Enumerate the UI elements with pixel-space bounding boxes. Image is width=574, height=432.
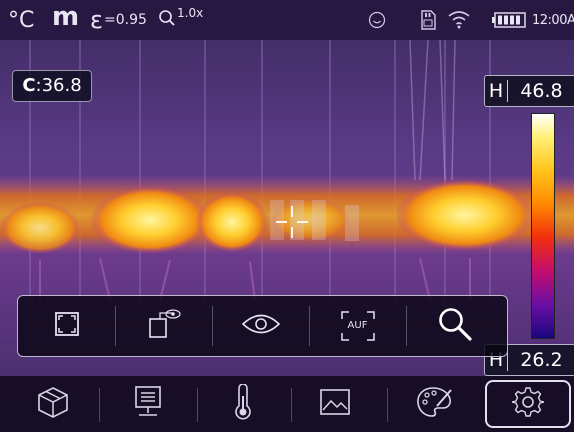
auto-focus-icon: AUF <box>340 310 376 342</box>
low-value: 26.2 <box>520 349 563 371</box>
auto-focus-label: AUF <box>347 320 368 331</box>
battery-icon <box>492 0 526 40</box>
wifi-icon <box>447 0 471 40</box>
zoom-magnifier-icon <box>437 306 473 346</box>
sd-card-icon <box>420 0 436 40</box>
thermometer-icon <box>232 383 254 424</box>
emissivity-value: =0.95 <box>103 12 147 28</box>
zoom-icon <box>158 9 176 31</box>
smiley-icon <box>368 0 386 40</box>
high-temperature-readout[interactable]: H 46.8 <box>484 75 574 107</box>
visible-eye-icon <box>241 313 281 339</box>
measure-mode[interactable]: m <box>52 0 79 37</box>
emissivity-readout[interactable]: ε =0.95 <box>90 0 147 40</box>
bottom-toolbar <box>0 376 574 432</box>
status-bar: °C m ε =0.95 1.0x 12:00AM <box>0 0 574 40</box>
center-label: C <box>22 75 36 96</box>
center-temperature-readout: C:36.8 <box>12 70 92 102</box>
image-icon <box>319 388 351 420</box>
high-label: H <box>485 80 508 102</box>
box-icon <box>36 385 70 423</box>
zoom-value: 1.0x <box>177 6 204 20</box>
thermometer-button[interactable] <box>195 376 290 432</box>
crosshair-icon <box>276 206 308 242</box>
settings-button[interactable] <box>485 380 571 428</box>
center-value: :36.8 <box>35 75 82 96</box>
emissivity-symbol: ε <box>90 6 103 34</box>
clock: 12:00AM <box>532 12 574 28</box>
settings-gear-icon <box>511 386 545 422</box>
temperature-unit[interactable]: °C <box>8 0 34 40</box>
picture-in-picture-button[interactable] <box>115 296 212 356</box>
thermal-camera-screen: °C m ε =0.95 1.0x 12:00AM C:36.8 H <box>0 0 574 432</box>
color-palette-scale <box>531 113 555 339</box>
full-frame-button[interactable] <box>18 296 115 356</box>
zoom-button[interactable] <box>406 296 503 356</box>
auto-focus-button[interactable]: AUF <box>309 296 406 356</box>
image-mode-submenu: AUF <box>17 295 508 357</box>
high-value: 46.8 <box>520 80 563 102</box>
palette-icon <box>415 385 453 423</box>
monitor-icon <box>133 385 163 423</box>
full-frame-icon <box>54 311 80 341</box>
monitor-button[interactable] <box>100 376 195 432</box>
picture-in-picture-icon <box>144 307 184 345</box>
image-button[interactable] <box>287 376 382 432</box>
palette-button[interactable] <box>386 376 481 432</box>
zoom-readout[interactable]: 1.0x <box>158 0 203 40</box>
visible-camera-button[interactable] <box>212 296 309 356</box>
box-button[interactable] <box>5 376 100 432</box>
